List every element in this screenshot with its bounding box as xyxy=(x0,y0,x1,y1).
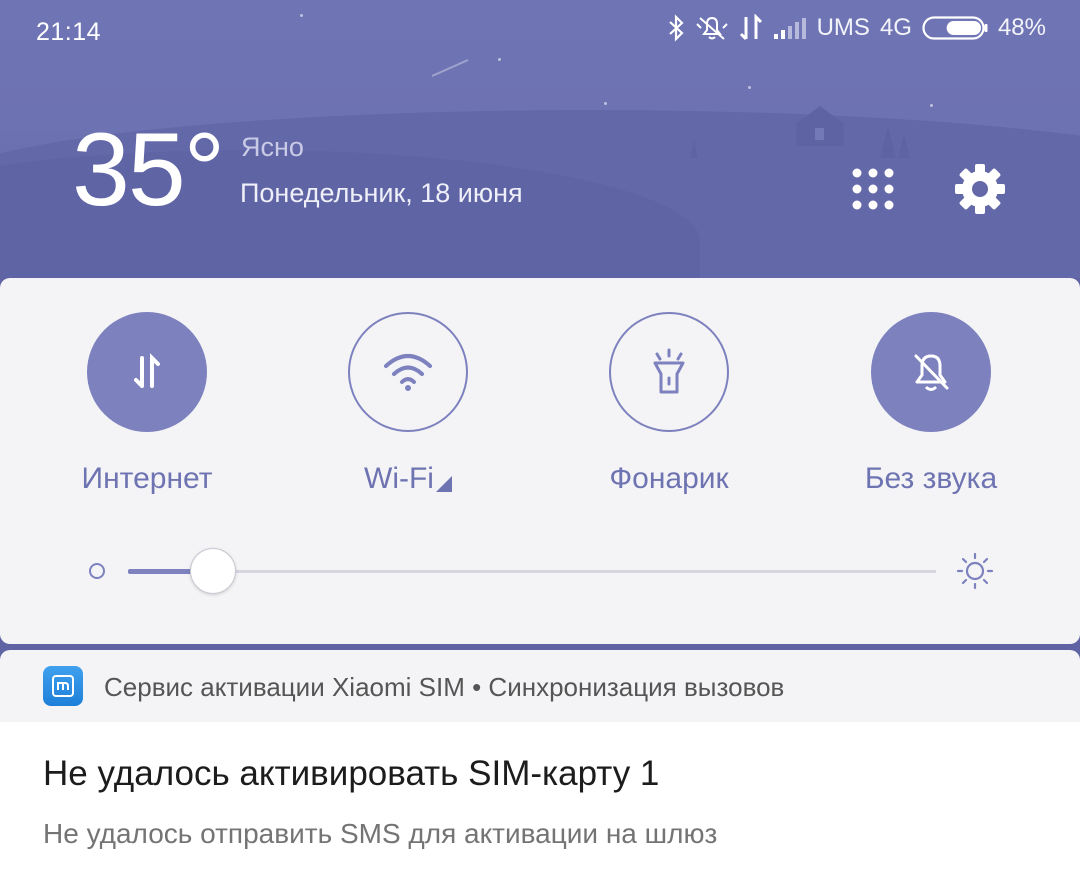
toggle-label: Фонарик xyxy=(609,462,729,495)
battery-icon xyxy=(922,15,988,41)
silent-toggle-button[interactable] xyxy=(871,312,991,432)
data-transfer-icon xyxy=(739,14,763,42)
status-bar: 21:14 UMS 4G 48% xyxy=(0,0,1080,66)
notification-header[interactable]: Сервис активации Xiaomi SIM • Синхрониза… xyxy=(0,650,1080,722)
brightness-high-icon xyxy=(956,552,994,590)
temperature[interactable]: 35° xyxy=(72,118,225,222)
flashlight-toggle-button[interactable] xyxy=(609,312,729,432)
apps-grid-icon xyxy=(852,168,894,210)
signal-icon xyxy=(773,16,807,40)
star xyxy=(604,102,607,105)
carrier-label: UMS xyxy=(816,14,870,41)
status-time: 21:14 xyxy=(36,18,102,46)
wallpaper-trees xyxy=(690,126,910,158)
quick-settings-panel: Интернет Wi-Fi Фонарик Без звука xyxy=(0,278,1080,644)
gear-icon xyxy=(955,164,1005,214)
star xyxy=(930,104,933,107)
battery-percent: 48% xyxy=(997,14,1046,41)
toggle-wifi: Wi-Fi xyxy=(308,312,508,496)
toggle-silent: Без звука xyxy=(831,312,1031,496)
wifi-toggle-button[interactable] xyxy=(348,312,468,432)
notification-text: Не удалось отправить SMS для активации н… xyxy=(43,818,718,849)
brightness-slider[interactable] xyxy=(0,540,1080,600)
status-icons: UMS 4G 48% xyxy=(667,14,1046,42)
bell-off-icon xyxy=(914,354,949,391)
brightness-low-icon xyxy=(89,563,105,579)
mobile-data-icon xyxy=(134,353,160,388)
wifi-icon xyxy=(384,354,432,391)
current-date[interactable]: Понедельник, 18 июня xyxy=(240,178,523,209)
toggle-label: Интернет xyxy=(81,462,213,495)
star xyxy=(748,86,751,89)
slider-thumb[interactable] xyxy=(189,548,236,594)
notification-source: Сервис активации Xiaomi SIM • Синхрониза… xyxy=(104,672,785,702)
flashlight-icon xyxy=(653,348,685,394)
mi-icon xyxy=(43,666,83,706)
notification-title: Не удалось активировать SIM-карту 1 xyxy=(43,754,660,793)
apps-grid-button[interactable] xyxy=(850,166,896,212)
notification-card[interactable]: Не удалось активировать SIM-карту 1 Не у… xyxy=(0,722,1080,890)
silent-icon xyxy=(695,14,729,42)
toggle-internet: Интернет xyxy=(47,312,247,496)
expand-triangle-icon xyxy=(435,476,452,492)
settings-button[interactable] xyxy=(951,160,1009,218)
weather-condition: Ясно xyxy=(241,132,304,162)
slider-track[interactable] xyxy=(128,570,936,573)
wifi-label-wrap[interactable]: Wi-Fi xyxy=(308,462,508,496)
network-type: 4G xyxy=(879,14,912,41)
toggle-label: Wi-Fi xyxy=(364,462,434,495)
bluetooth-icon xyxy=(667,14,685,42)
toggle-label: Без звука xyxy=(864,462,998,495)
toggle-flashlight: Фонарик xyxy=(569,312,769,496)
internet-toggle-button[interactable] xyxy=(87,312,207,432)
